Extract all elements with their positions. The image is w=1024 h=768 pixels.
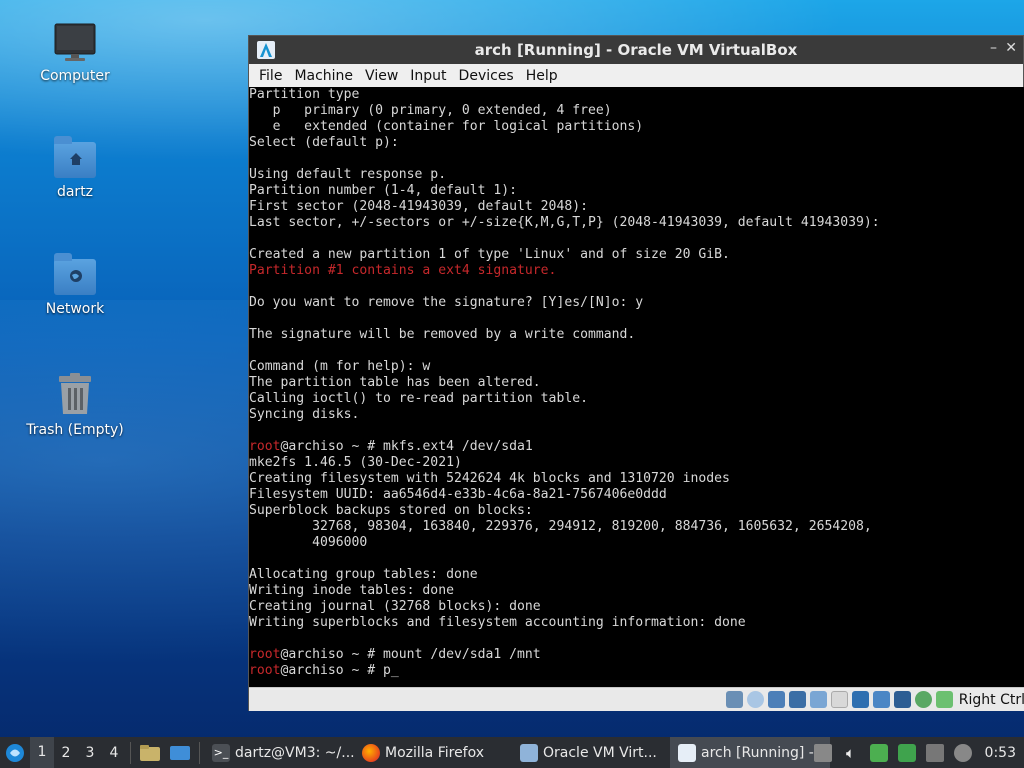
virtualbox-window: arch [Running] - Oracle VM VirtualBox – … [248,35,1024,711]
desktop-icon-label: dartz [56,184,94,200]
notification-icon[interactable] [953,743,972,762]
menu-input[interactable]: Input [404,68,452,84]
guest-additions-icon[interactable] [914,691,932,708]
system-tray: 🔈︎ 0:53 [809,737,1024,768]
task-label: Mozilla Firefox [385,744,485,761]
computer-icon [54,23,96,61]
keyboard-icon[interactable] [925,743,944,762]
desktop-icon-network[interactable]: Network [20,253,130,317]
audio-icon[interactable] [767,691,785,708]
task-label: dartz@VM3: ~/... [235,744,354,761]
desktop-icon-label: Trash (Empty) [26,422,124,438]
task-label: Oracle VM Virt... [543,744,657,761]
command-current: p_ [383,663,399,678]
menu-bar: File Machine View Input Devices Help [249,64,1023,87]
shared-folders-icon[interactable] [830,691,848,708]
arch-vm-icon [678,743,696,762]
menu-help[interactable]: Help [520,68,564,84]
workspace-4[interactable]: 4 [102,745,126,761]
prompt-host: @archiso ~ # [280,647,384,662]
task-terminal[interactable]: >_ dartz@VM3: ~/... [204,737,354,768]
workspace-1[interactable]: 1 [30,737,54,768]
prompt-user: root [249,647,281,662]
minimize-button[interactable]: – [990,40,997,56]
mouse-integration-icon[interactable] [935,691,953,708]
file-manager-launcher-icon[interactable] [139,743,161,763]
workspace-2[interactable]: 2 [54,745,78,761]
taskbar-divider [199,741,200,764]
update-notifier-icon[interactable] [869,743,888,762]
terminal-icon: >_ [212,743,230,762]
harddisk-icon[interactable] [725,691,743,708]
desktop-icon-computer[interactable]: Computer [20,22,130,84]
prompt-user: root [249,663,281,678]
menu-view[interactable]: View [359,68,404,84]
start-menu-button[interactable] [0,737,30,768]
prompt-user: root [249,439,281,454]
taskbar-divider [130,741,131,764]
desktop-icon-home[interactable]: dartz [20,136,130,200]
command-mount: mount /dev/sda1 /mnt [383,647,541,662]
home-folder-icon [54,136,96,178]
console-output: Partition type p primary (0 primary, 0 e… [249,87,1024,679]
workspace-3[interactable]: 3 [78,745,102,761]
window-title: arch [Running] - Oracle VM VirtualBox [474,41,798,59]
desktop-icon-label: Computer [40,68,110,84]
task-firefox[interactable]: Mozilla Firefox [354,737,512,768]
clipboard-icon[interactable] [813,743,832,762]
console-warning: Partition #1 contains a ext4 signature. [249,263,557,278]
task-arch-vm[interactable]: arch [Running] -... [670,737,830,768]
network-adapter-icon[interactable] [788,691,806,708]
menu-file[interactable]: File [253,68,288,84]
optical-drive-icon[interactable] [746,691,764,708]
desktop-icon-trash[interactable]: Trash (Empty) [20,372,130,438]
lxqt-logo-icon [6,743,24,762]
host-key-label: Right Ctrl [958,691,1024,708]
menu-devices[interactable]: Devices [453,68,520,84]
virtualbox-icon [520,743,538,762]
network-manager-icon[interactable] [897,743,916,762]
recording-icon[interactable] [872,691,890,708]
menu-machine[interactable]: Machine [288,68,359,84]
console-block-a: Partition type p primary (0 primary, 0 e… [249,87,880,262]
desktop-icon-label: Network [45,301,105,317]
task-virtualbox-manager[interactable]: Oracle VM Virt... [512,737,670,768]
vt-x-icon[interactable] [893,691,911,708]
vm-console[interactable]: Partition type p primary (0 primary, 0 e… [249,87,1024,687]
command-mkfs: mkfs.ext4 /dev/sda1 [383,439,533,454]
show-desktop-icon[interactable] [169,743,191,763]
vm-status-bar: Right Ctrl [249,687,1024,711]
prompt-host: @archiso ~ # [280,663,384,678]
console-block-c: mke2fs 1.46.5 (30-Dec-2021) Creating fil… [249,455,872,630]
volume-icon[interactable]: 🔈︎ [842,744,860,762]
trash-icon [59,373,91,414]
taskbar: 1 2 3 4 >_ dartz@VM3: ~/... Mozilla Fire… [0,737,1024,768]
close-button[interactable]: ✕ [1005,40,1017,56]
usb-icon[interactable] [809,691,827,708]
clock[interactable]: 0:53 [977,745,1024,761]
window-titlebar[interactable]: arch [Running] - Oracle VM VirtualBox – … [249,36,1023,64]
console-block-b: Do you want to remove the signature? [Y]… [249,295,644,422]
display-icon[interactable] [851,691,869,708]
prompt-host: @archiso ~ # [280,439,384,454]
firefox-icon [362,743,380,762]
network-folder-icon [54,253,96,295]
